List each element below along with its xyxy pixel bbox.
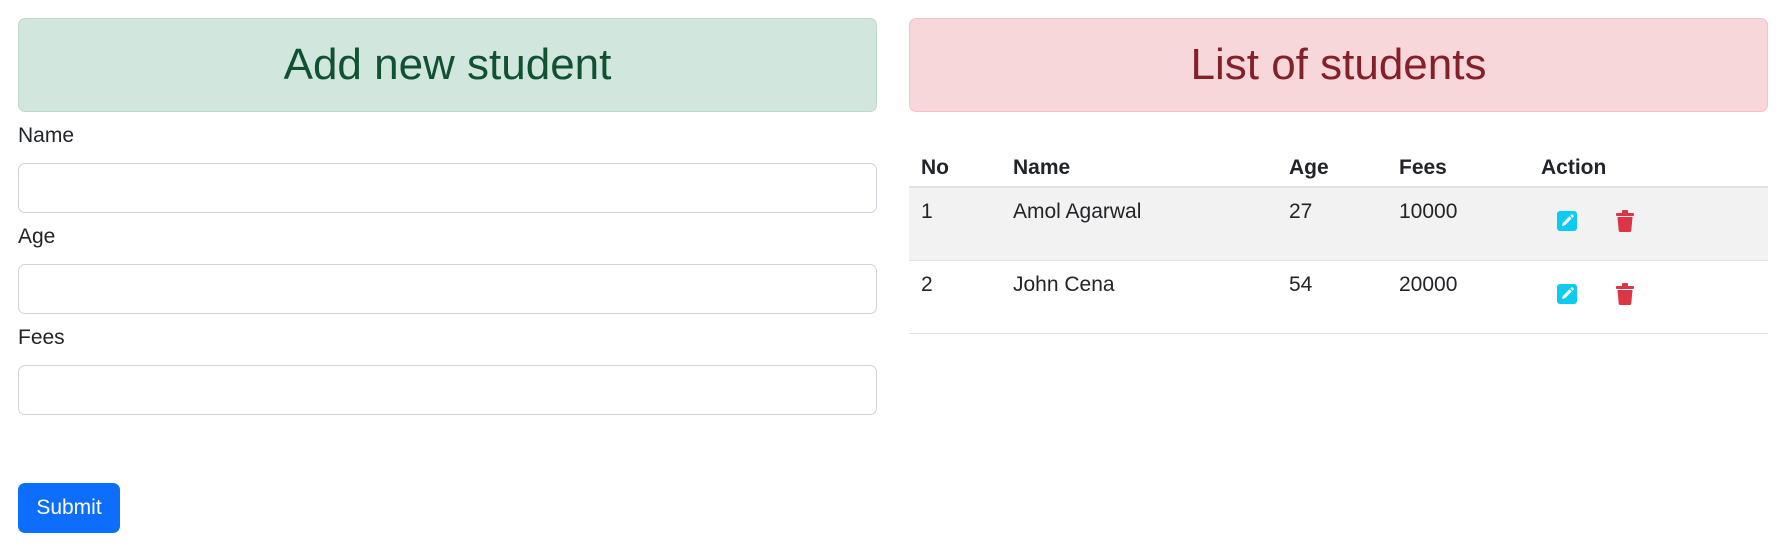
- student-list-title: List of students: [909, 18, 1768, 112]
- table-row: 1 Amol Agarwal 27 10000: [909, 187, 1768, 261]
- student-list-panel: List of students No Name Age Fees Action…: [909, 18, 1768, 334]
- row-name: John Cena: [1001, 260, 1277, 334]
- submit-button[interactable]: Submit: [18, 483, 120, 533]
- row-age: 27: [1277, 187, 1387, 261]
- row-name: Amol Agarwal: [1001, 187, 1277, 261]
- row-fees: 20000: [1387, 260, 1529, 334]
- name-field-group: Name: [18, 124, 877, 213]
- row-no: 2: [909, 260, 1001, 334]
- column-header-fees: Fees: [1387, 144, 1529, 188]
- students-table: No Name Age Fees Action 1 Amol Agarwal 2…: [909, 144, 1768, 334]
- column-header-action: Action: [1529, 144, 1768, 188]
- page: Add new student Name Age Fees Submit Lis…: [0, 0, 1789, 549]
- trash-icon[interactable]: [1615, 210, 1635, 232]
- name-input[interactable]: [18, 163, 877, 213]
- fees-field-group: Fees: [18, 326, 877, 415]
- age-label: Age: [18, 225, 56, 248]
- row-no: 1: [909, 187, 1001, 261]
- edit-icon[interactable]: [1557, 283, 1577, 305]
- table-row: 2 John Cena 54 20000: [909, 260, 1768, 334]
- age-input[interactable]: [18, 264, 877, 314]
- row-actions-group: [1541, 273, 1756, 305]
- name-label: Name: [18, 124, 75, 147]
- fees-input[interactable]: [18, 365, 877, 415]
- add-student-title: Add new student: [18, 18, 877, 112]
- trash-icon[interactable]: [1615, 282, 1635, 305]
- row-age: 54: [1277, 260, 1387, 334]
- row-actions: [1529, 187, 1768, 261]
- row-actions: [1529, 260, 1768, 334]
- fees-label: Fees: [18, 326, 65, 349]
- table-header-row: No Name Age Fees Action: [909, 144, 1768, 188]
- edit-icon[interactable]: [1557, 210, 1577, 232]
- column-header-age: Age: [1277, 144, 1387, 188]
- column-header-name: Name: [1001, 144, 1277, 188]
- add-student-panel: Add new student Name Age Fees Submit: [18, 18, 877, 533]
- column-header-no: No: [909, 144, 1001, 188]
- row-fees: 10000: [1387, 187, 1529, 261]
- age-field-group: Age: [18, 225, 877, 314]
- row-actions-group: [1541, 200, 1756, 232]
